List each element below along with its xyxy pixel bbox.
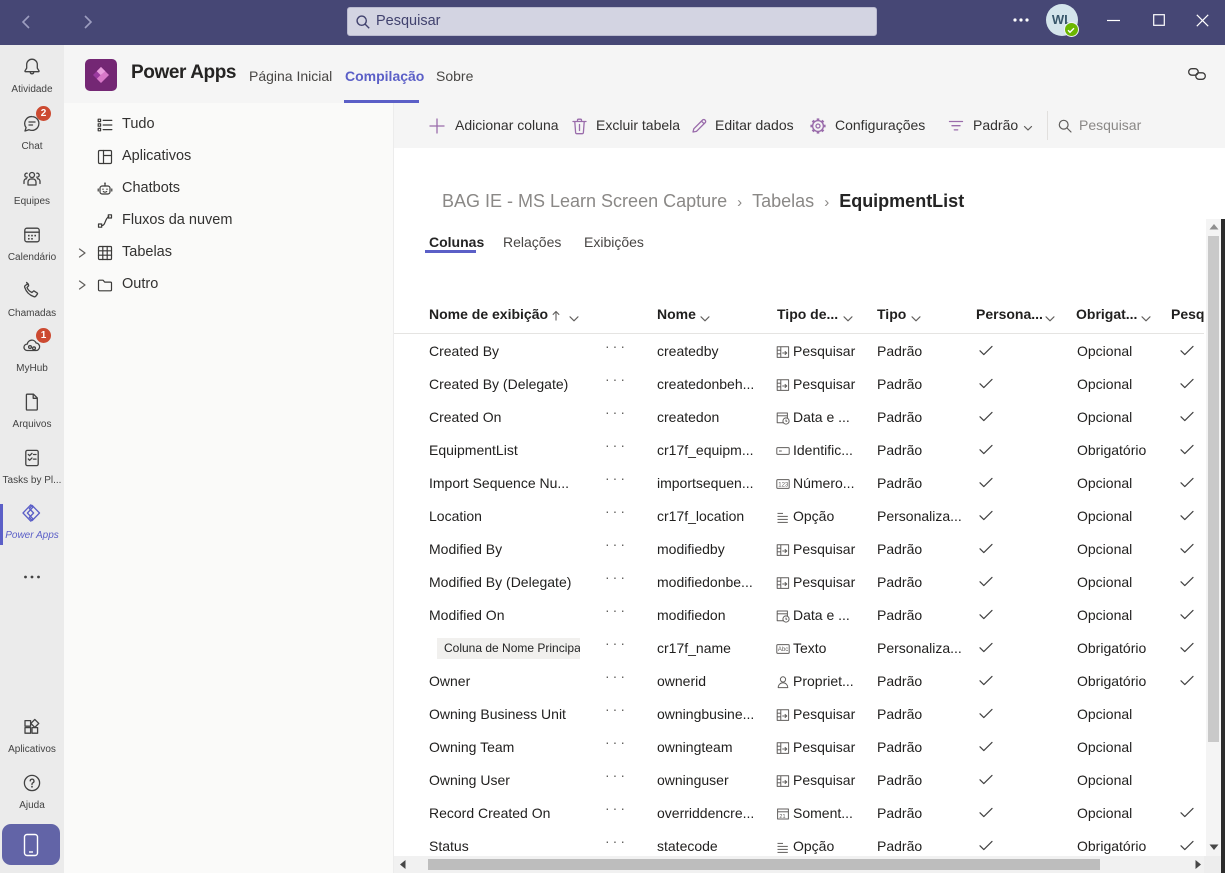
svg-text:Abc: Abc [778,647,788,653]
svg-text:21: 21 [779,814,785,820]
svg-text:123: 123 [778,482,789,488]
